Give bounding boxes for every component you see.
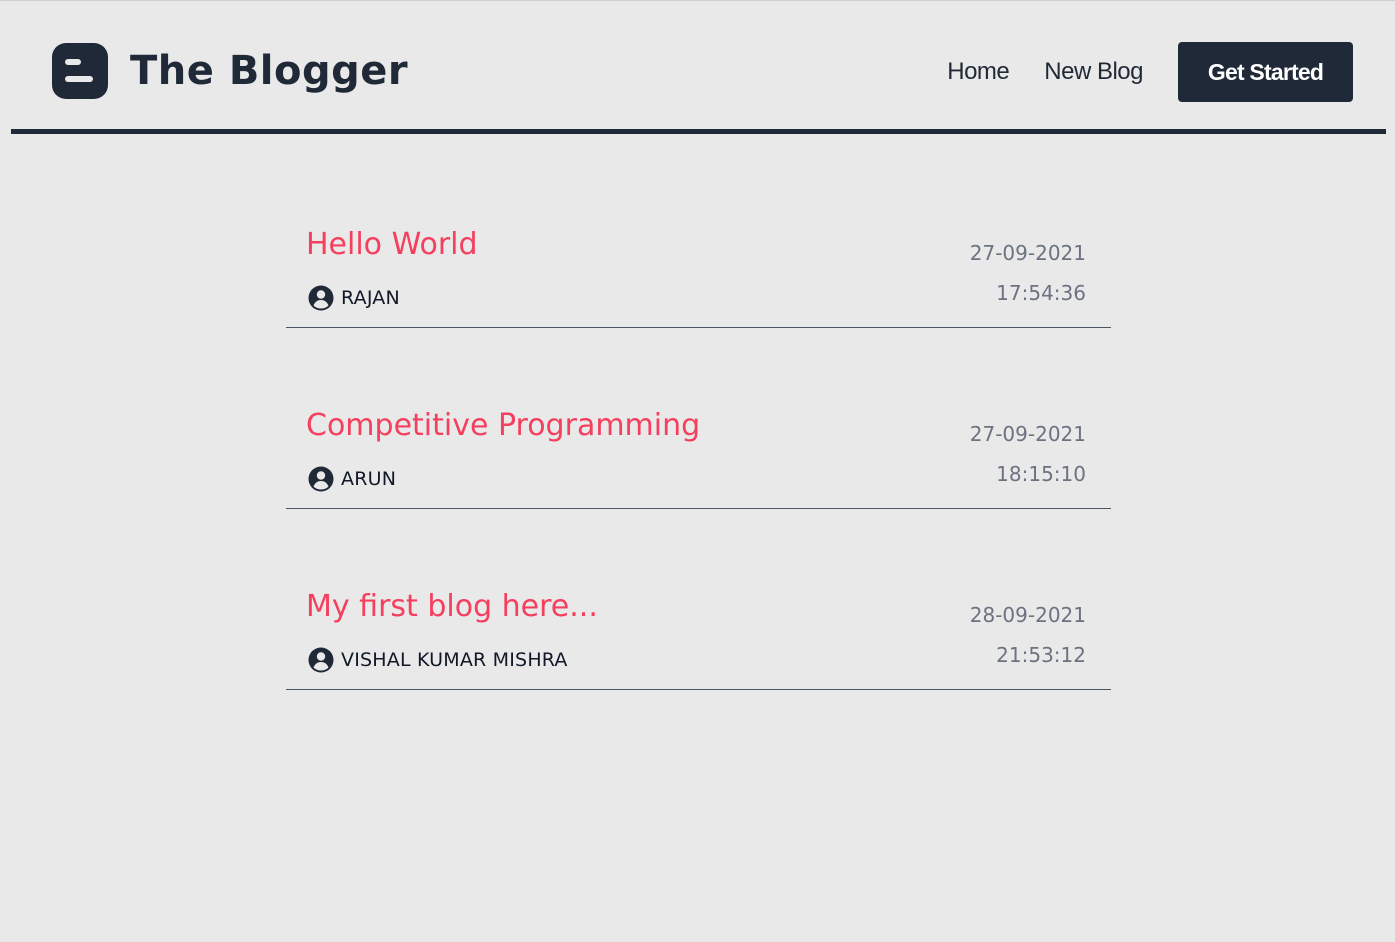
blog-time: 21:53:12: [996, 643, 1086, 667]
blog-time: 17:54:36: [996, 281, 1086, 305]
blog-author-name: ARUN: [341, 468, 397, 490]
main-nav: Home New Blog Get Started: [947, 42, 1353, 102]
blog-meta: 27-09-2021 18:15:10: [970, 414, 1086, 494]
blog-list: Hello World RAJAN 27-09-2021 17:54:36 Co…: [286, 200, 1111, 743]
blog-list-item: Competitive Programming ARUN 27-09-2021 …: [286, 381, 1111, 509]
blog-author: ARUN: [308, 466, 396, 492]
blogger-logo-icon: [52, 43, 108, 99]
blog-time: 18:15:10: [996, 462, 1086, 486]
nav-home-link[interactable]: Home: [947, 58, 1010, 86]
user-circle-icon: [308, 285, 334, 311]
blog-author-name: RAJAN: [341, 287, 400, 309]
user-circle-icon: [308, 466, 334, 492]
blog-author-name: VISHAL KUMAR MISHRA: [341, 649, 568, 671]
brand[interactable]: The Blogger: [52, 43, 408, 99]
blog-date: 28-09-2021: [969, 603, 1086, 627]
blog-meta: 28-09-2021 21:53:12: [970, 595, 1086, 675]
get-started-button[interactable]: Get Started: [1178, 42, 1353, 102]
site-header: The Blogger Home New Blog Get Started: [11, 1, 1386, 134]
blog-meta: 27-09-2021 17:54:36: [970, 233, 1086, 313]
blog-list-item: Hello World RAJAN 27-09-2021 17:54:36: [286, 200, 1111, 328]
blog-author: RAJAN: [308, 285, 400, 311]
blog-author: VISHAL KUMAR MISHRA: [308, 647, 568, 673]
nav-new-blog-link[interactable]: New Blog: [1044, 58, 1143, 86]
blog-title-link[interactable]: Competitive Programming: [306, 409, 700, 442]
blog-date: 27-09-2021: [969, 241, 1086, 265]
blog-date: 27-09-2021: [969, 422, 1086, 446]
blog-list-item: My first blog here... VISHAL KUMAR MISHR…: [286, 562, 1111, 690]
brand-title: The Blogger: [130, 48, 409, 94]
blog-title-link[interactable]: Hello World: [306, 228, 478, 261]
user-circle-icon: [308, 647, 334, 673]
blog-title-link[interactable]: My first blog here...: [306, 590, 598, 623]
